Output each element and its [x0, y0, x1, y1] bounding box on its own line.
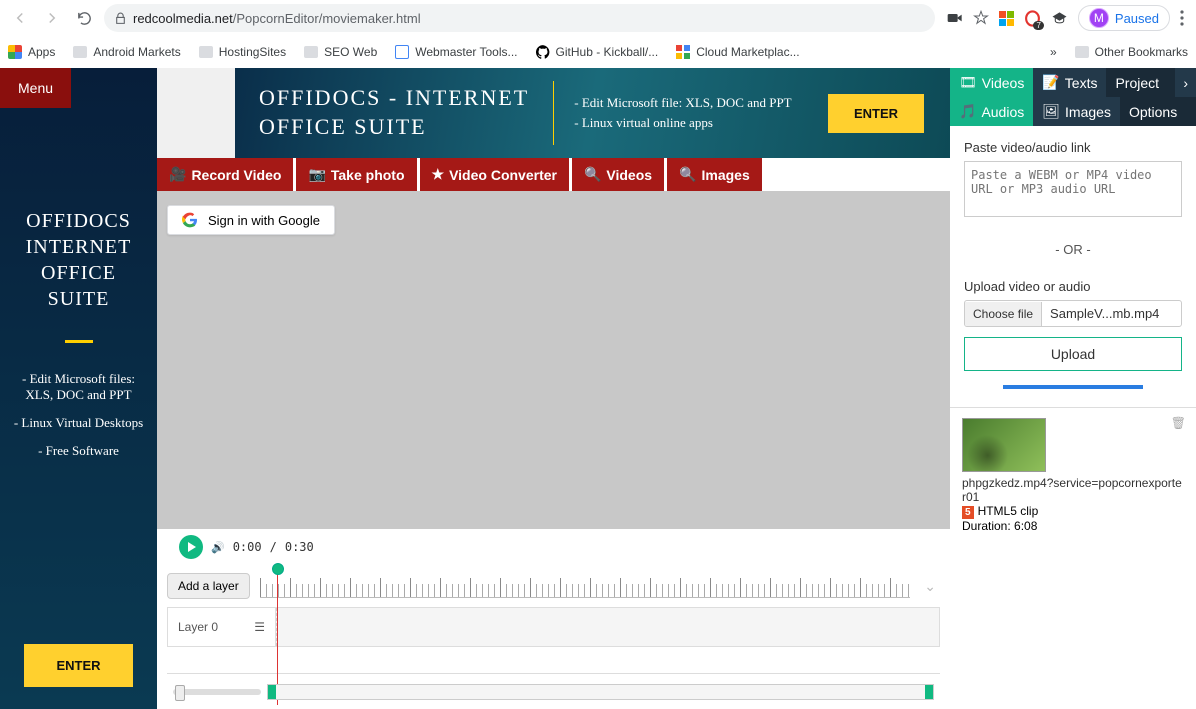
star-icon[interactable]	[973, 10, 989, 26]
clip-duration: Duration: 6:08	[962, 519, 1184, 533]
address-bar[interactable]: redcoolmedia.net/PopcornEditor/moviemake…	[104, 4, 935, 32]
github-icon	[536, 45, 550, 59]
bookmark-hostingsites[interactable]: HostingSites	[199, 45, 286, 59]
microsoft-ext-icon[interactable]	[999, 11, 1014, 26]
bookmark-apps[interactable]: Apps	[8, 45, 55, 59]
folder-icon	[1075, 46, 1089, 58]
url-path: /PopcornEditor/moviemaker.html	[233, 11, 421, 26]
profile-button[interactable]: M Paused	[1078, 5, 1170, 31]
search-videos-button[interactable]: 🔍Videos	[572, 158, 664, 191]
scroll-handle-left[interactable]	[268, 685, 276, 699]
tab-images[interactable]: 🖼Images	[1033, 97, 1120, 126]
timeline-ruler[interactable]	[260, 574, 911, 598]
tab-audios[interactable]: 🎵Audios	[950, 97, 1033, 126]
choose-file-button[interactable]: Choose file	[965, 302, 1042, 326]
scholar-icon[interactable]	[1051, 11, 1068, 25]
camera-icon: 📷	[308, 166, 325, 183]
bookmark-seo-web[interactable]: SEO Web	[304, 45, 377, 59]
scroll-handle-right[interactable]	[925, 685, 933, 699]
take-photo-button[interactable]: 📷Take photo	[296, 158, 416, 191]
upload-label: Upload video or audio	[964, 279, 1182, 294]
search-icon: 🔍	[584, 166, 601, 183]
webmaster-icon	[395, 45, 409, 59]
chevron-down-icon[interactable]: ⌄	[920, 578, 940, 595]
bookmarks-overflow[interactable]: »	[1050, 45, 1057, 59]
folder-icon	[73, 46, 87, 58]
layer-label[interactable]: Layer 0 ☰	[168, 608, 276, 646]
hamburger-icon[interactable]: ☰	[254, 620, 265, 634]
bookmark-other-bookmarks[interactable]: Other Bookmarks	[1075, 45, 1188, 59]
or-divider: - OR -	[964, 242, 1182, 257]
tab-videos[interactable]: 🎞Videos	[950, 68, 1033, 97]
timeline-scrollbar[interactable]	[267, 684, 934, 700]
divider	[65, 340, 93, 343]
kebab-menu-icon[interactable]	[1180, 10, 1184, 26]
back-button[interactable]	[8, 6, 32, 30]
reload-button[interactable]	[72, 6, 96, 30]
clip-type: HTML5 clip	[978, 504, 1039, 518]
search-images-button[interactable]: 🔍Images	[667, 158, 762, 191]
tab-texts[interactable]: 📝Texts	[1033, 68, 1106, 97]
chevron-right-icon: ›	[1183, 75, 1188, 91]
tab-options[interactable]: Options	[1120, 97, 1196, 126]
upload-button[interactable]: Upload	[964, 337, 1182, 371]
bookmark-webmaster-tools[interactable]: Webmaster Tools...	[395, 45, 517, 59]
clip-thumbnail[interactable]	[962, 418, 1046, 472]
lock-icon	[114, 12, 127, 25]
trash-icon[interactable]: 🗑	[1171, 416, 1186, 430]
folder-icon	[199, 46, 213, 58]
play-button[interactable]	[179, 535, 203, 559]
google-icon	[182, 212, 198, 228]
tabs-next[interactable]: ›	[1175, 68, 1196, 97]
bookmark-cloud-marketplace[interactable]: Cloud Marketplac...	[676, 45, 799, 59]
clip-filename: phpgzkedz.mp4?service=popcornexporter01	[962, 476, 1184, 504]
chosen-file-name: SampleV...mb.mp4	[1042, 301, 1181, 326]
banner-enter-button[interactable]: ENTER	[828, 94, 924, 133]
layer-track[interactable]	[276, 608, 939, 646]
zoom-slider[interactable]	[173, 689, 261, 695]
marketplace-icon	[676, 45, 690, 59]
upload-progress	[1003, 385, 1143, 389]
profile-status: Paused	[1115, 11, 1159, 26]
folder-icon	[304, 46, 318, 58]
time-sep: /	[270, 540, 277, 554]
paste-link-label: Paste video/audio link	[964, 140, 1182, 155]
current-time: 0:00	[233, 540, 262, 554]
url-host: redcoolmedia.net	[133, 11, 233, 26]
clip-card[interactable]: 🗑 phpgzkedz.mp4?service=popcornexporter0…	[950, 407, 1196, 543]
preview-canvas: Sign in with Google	[157, 191, 950, 529]
sidebar-title: OFFIDOCS INTERNET OFFICE SUITE	[10, 208, 147, 312]
sidebar-enter-button[interactable]: ENTER	[24, 644, 133, 687]
paste-link-input[interactable]	[964, 161, 1182, 217]
playhead-handle[interactable]	[272, 563, 284, 575]
volume-icon[interactable]: 🔊	[211, 541, 225, 554]
camera-icon[interactable]	[947, 12, 963, 24]
html5-badge: 5	[962, 506, 974, 519]
video-converter-button[interactable]: ★Video Converter	[420, 158, 569, 191]
tab-project[interactable]: Project	[1106, 68, 1175, 97]
google-signin-button[interactable]: Sign in with Google	[167, 205, 335, 235]
star-icon: ★	[432, 166, 445, 183]
banner-features: - Edit Microsoft file: XLS, DOC and PPT …	[554, 91, 828, 135]
text-icon: 📝	[1042, 74, 1059, 91]
video-icon: 🎥	[169, 166, 186, 183]
bookmark-android-markets[interactable]: Android Markets	[73, 45, 180, 59]
total-time: 0:30	[285, 540, 314, 554]
menu-button[interactable]: Menu	[0, 68, 71, 108]
opera-ext-icon[interactable]: 7	[1024, 10, 1041, 27]
film-icon: 🎞	[959, 74, 977, 91]
bookmark-github[interactable]: GitHub - Kickball/...	[536, 45, 659, 59]
forward-button[interactable]	[40, 6, 64, 30]
image-icon: 🖼	[1042, 103, 1060, 120]
add-layer-button[interactable]: Add a layer	[167, 573, 250, 599]
banner-title: OFFIDOCS - INTERNET OFFICE SUITE	[235, 84, 553, 141]
search-icon: 🔍	[679, 166, 696, 183]
avatar: M	[1089, 8, 1109, 28]
sidebar-features: - Edit Microsoft files: XLS, DOC and PPT…	[10, 371, 147, 459]
music-icon: 🎵	[959, 103, 976, 120]
apps-icon	[8, 45, 22, 59]
record-video-button[interactable]: 🎥Record Video	[157, 158, 293, 191]
